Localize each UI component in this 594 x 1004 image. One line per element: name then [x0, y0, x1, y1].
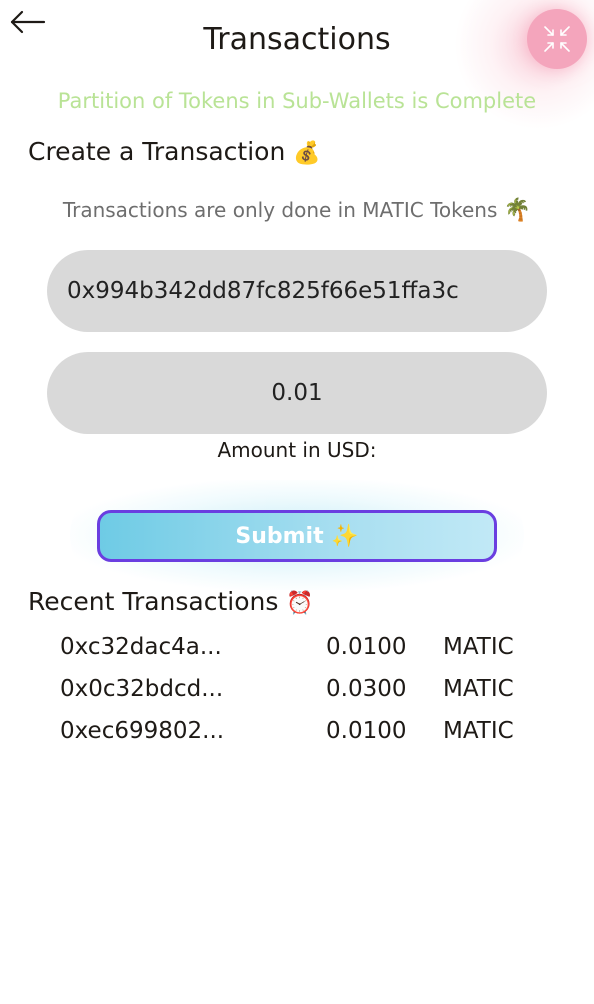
recent-transactions-list: 0xc32dac4a... 0.0100 MATIC 0x0c32bdcd...… [0, 630, 594, 756]
transaction-amount: 0.0300 [326, 676, 407, 702]
matic-only-note: Transactions are only done in MATIC Toke… [0, 198, 594, 223]
create-transaction-heading-text: Create a Transaction [28, 137, 286, 166]
page-title: Transactions [203, 22, 391, 57]
transactions-screen: Transactions Partition of Tokens in Sub-… [0, 0, 594, 1004]
money-bag-icon: 💰 [293, 141, 321, 166]
amount-in-usd-label: Amount in USD: [217, 438, 377, 462]
transaction-hash: 0x0c32bdcd... [60, 676, 224, 702]
recipient-address-input[interactable]: 0x994b342dd87fc825f66e51ffa3c [47, 250, 547, 332]
transaction-unit: MATIC [443, 634, 514, 660]
recent-transactions-heading-text: Recent Transactions [28, 587, 279, 616]
transaction-unit: MATIC [443, 676, 514, 702]
partition-status-banner: Partition of Tokens in Sub-Wallets is Co… [57, 89, 537, 113]
recent-transactions-heading: Recent Transactions ⏰ [28, 587, 314, 616]
transaction-row[interactable]: 0xec699802... 0.0100 MATIC [0, 714, 594, 756]
alarm-clock-icon: ⏰ [286, 591, 314, 616]
amount-input[interactable]: 0.01 [47, 352, 547, 434]
transaction-hash: 0xc32dac4a... [60, 634, 222, 660]
matic-only-note-text: Transactions are only done in MATIC Toke… [62, 198, 498, 222]
transaction-row[interactable]: 0x0c32bdcd... 0.0300 MATIC [0, 672, 594, 714]
palm-tree-icon: 🌴 [503, 198, 532, 223]
transaction-amount: 0.0100 [326, 634, 407, 660]
transaction-unit: MATIC [443, 718, 514, 744]
transaction-hash: 0xec699802... [60, 718, 225, 744]
transaction-amount: 0.0100 [326, 718, 407, 744]
transaction-row[interactable]: 0xc32dac4a... 0.0100 MATIC [0, 630, 594, 672]
create-transaction-heading: Create a Transaction 💰 [28, 137, 321, 166]
submit-button[interactable]: Submit ✨ [97, 510, 497, 562]
